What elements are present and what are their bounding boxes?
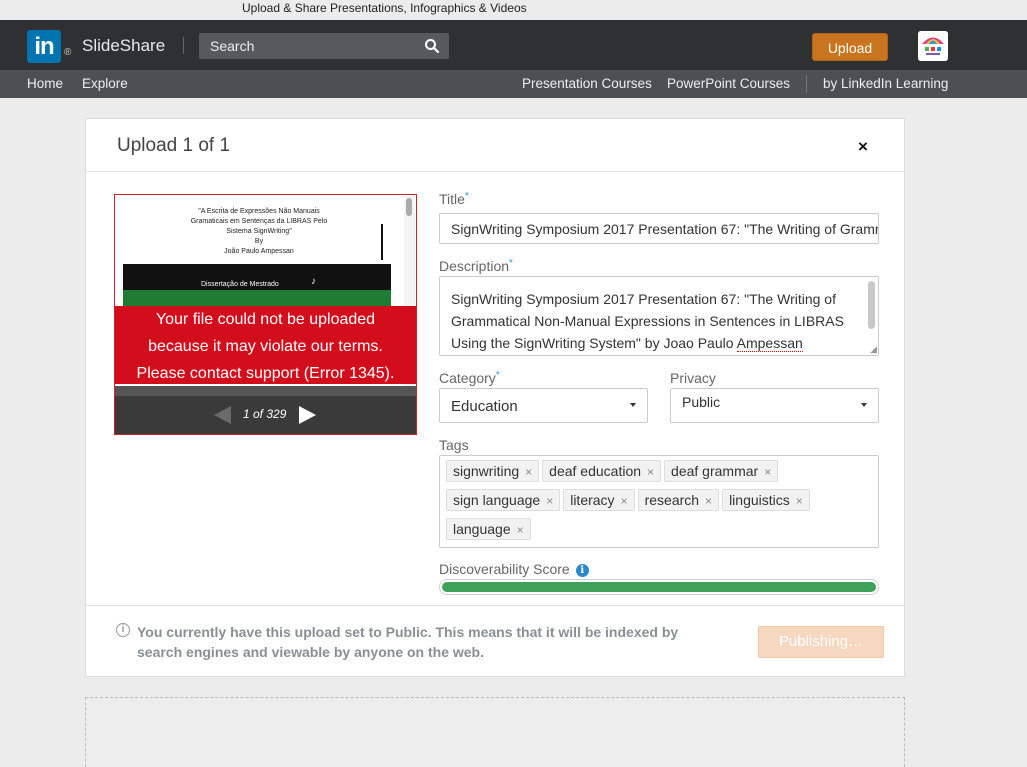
prev-page-icon[interactable] [214,406,231,424]
header-divider [183,37,184,54]
search-placeholder: Search [210,38,255,54]
nav-explore[interactable]: Explore [82,76,128,91]
registered-mark: ® [64,47,72,58]
tag-chip: research × [637,489,720,511]
upload-button[interactable]: Upload [812,33,888,61]
privacy-select[interactable]: Public [670,388,879,423]
next-upload-dropzone[interactable] [85,697,905,767]
tag-chip: deaf education × [542,460,662,482]
tags-input[interactable]: signwriting × deaf education × deaf grammar ×… [439,455,879,548]
tag-chip: language × [446,518,531,540]
privacy-notice: You currently have this upload set to Pu… [137,624,679,660]
avatar-image [918,31,948,61]
slideshare-brand[interactable]: SlideShare [82,36,165,56]
linkedin-logo[interactable]: in [27,30,61,63]
upload-error-message: Your file could not be uploaded because … [115,306,416,384]
error-line: Please contact support (Error 1345). [136,365,395,382]
nav-presentation-courses[interactable]: Presentation Courses [522,76,652,91]
upload-dialog: Upload 1 of 1 × "A Escrita de Expressões… [85,118,905,677]
cover-rule [381,224,383,260]
preview-pager: 1 of 329 [115,396,416,434]
category-label: Category* [439,370,500,386]
nav-linkedin-learning[interactable]: by LinkedIn Learning [823,76,948,91]
score-fill [442,582,876,592]
privacy-label: Privacy [670,370,716,386]
cover-line: Gramaticais em Sentenças da LIBRAS Pelo [190,218,328,225]
next-page-icon[interactable] [299,406,316,424]
tag-chip: literacy × [563,489,635,511]
avatar[interactable] [918,31,948,61]
scroll-thumb[interactable] [406,198,412,216]
nav-divider [806,75,807,93]
remove-tag-icon[interactable]: × [764,465,771,479]
nav-powerpoint-courses[interactable]: PowerPoint Courses [667,76,790,91]
description-label: Description* [439,258,513,274]
page-counter: 1 of 329 [243,407,287,421]
tag-chip: deaf grammar × [664,460,779,482]
tags-label: Tags [439,437,469,453]
dialog-footer: i You currently have this upload set to … [86,605,904,677]
cover-line: Sistema SignWriting" [226,228,292,235]
close-icon[interactable]: × [858,137,868,157]
title-label: Title* [439,191,469,207]
cover-line: "A Escrita de Expressões Não Manuais [198,208,320,215]
chevron-down-icon [630,403,636,407]
discoverability-label: Discoverability Score i [439,561,589,577]
tag-chip: sign language × [446,489,561,511]
tag-chip: linguistics × [722,489,810,511]
publish-button[interactable]: Publishing… [758,626,884,658]
tag-chip: signwriting × [446,460,540,482]
resize-handle-icon[interactable]: ◢ [870,345,877,354]
remove-tag-icon[interactable]: × [705,494,712,508]
cover-line: João Paulo Ampessan [224,248,294,255]
chevron-down-icon [861,403,867,407]
remove-tag-icon[interactable]: × [647,465,654,479]
sub-navigation: Home Explore Presentation Courses PowerP… [0,70,1027,98]
remove-tag-icon[interactable]: × [621,494,628,508]
document-cover-text: "A Escrita de Expressões Não Manuais Gra… [116,207,402,257]
nav-home[interactable]: Home [27,76,63,91]
info-icon[interactable]: i [575,564,589,577]
remove-tag-icon[interactable]: × [517,523,524,537]
error-line: Your file could not be uploaded [155,311,376,328]
title-input[interactable]: SignWriting Symposium 2017 Presentation … [439,213,879,244]
dialog-title: Upload 1 of 1 [117,135,231,156]
description-scrollbar[interactable] [868,281,875,329]
remove-tag-icon[interactable]: × [546,494,553,508]
discoverability-score-bar [439,579,879,595]
description-textarea[interactable]: SignWriting Symposium 2017 Presentation … [439,276,879,356]
error-line: because it may violate our terms. [148,338,383,355]
cover-banner-label: Dissertação de Mestrado [201,281,279,288]
music-note-icon: ♪ [311,276,316,287]
dialog-header: Upload 1 of 1 × [86,119,904,172]
search-icon[interactable] [424,38,440,54]
window-title: Upload & Share Presentations, Infographi… [0,0,1027,20]
cover-line: By [254,238,264,245]
category-select[interactable]: Education [439,388,648,423]
remove-tag-icon[interactable]: × [525,465,532,479]
document-preview: "A Escrita de Expressões Não Manuais Gra… [114,194,417,435]
pager-strip [115,386,416,396]
remove-tag-icon[interactable]: × [796,494,803,508]
search-input[interactable]: Search [199,33,449,59]
info-icon: i [116,623,130,637]
